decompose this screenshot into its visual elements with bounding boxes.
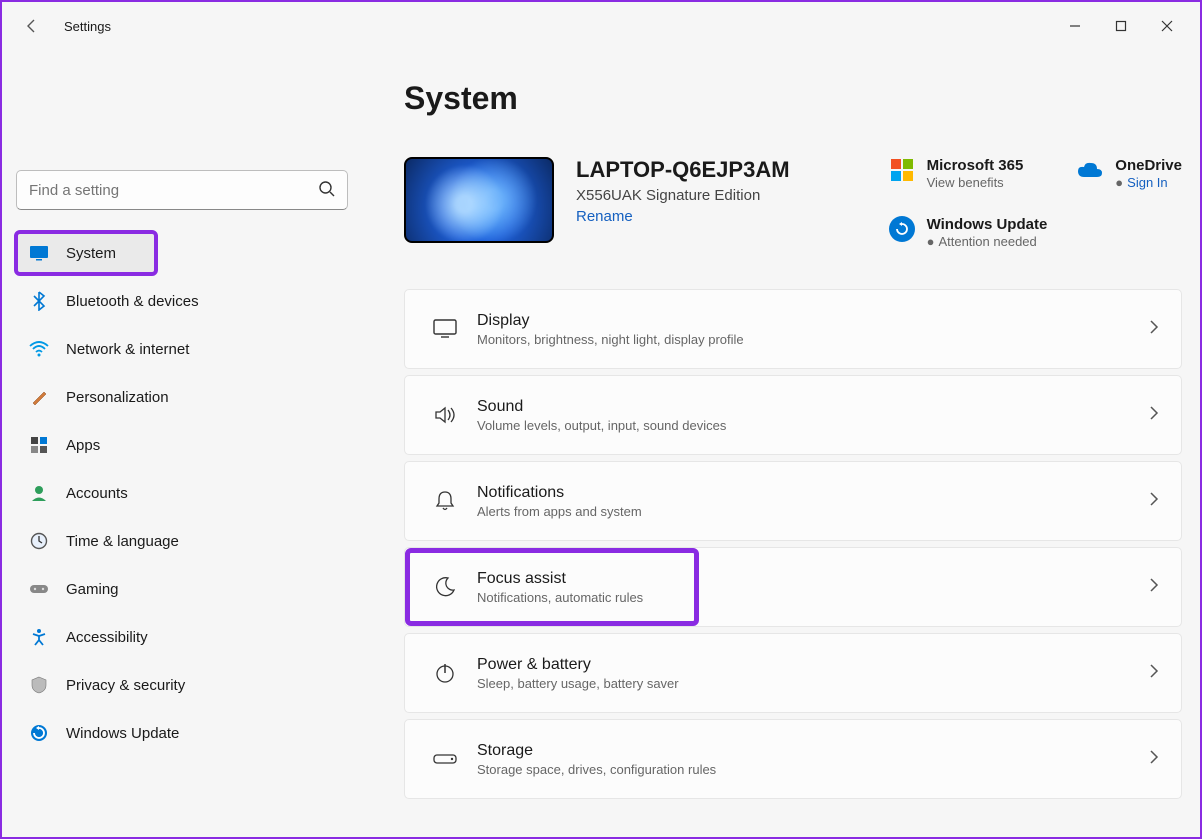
- minimize-button[interactable]: [1052, 10, 1098, 42]
- nav-label: Time & language: [66, 533, 179, 550]
- setting-sub: Notifications, automatic rules: [477, 590, 643, 605]
- chevron-right-icon: [1149, 406, 1159, 425]
- nav-item-accessibility[interactable]: Accessibility: [16, 616, 348, 658]
- device-wallpaper-thumb[interactable]: [404, 157, 554, 243]
- microsoft-logo-icon: [889, 157, 915, 183]
- device-name: LAPTOP-Q6EJP3AM: [576, 157, 790, 183]
- search-input[interactable]: [16, 170, 348, 210]
- device-model: X556UAK Signature Edition: [576, 187, 790, 204]
- nav-label: Network & internet: [66, 341, 189, 358]
- nav-item-privacy[interactable]: Privacy & security: [16, 664, 348, 706]
- ms365-item[interactable]: Microsoft 365 View benefits: [889, 157, 1048, 190]
- ms365-sub: View benefits: [927, 175, 1004, 190]
- setting-sub: Storage space, drives, configuration rul…: [477, 762, 716, 777]
- moon-icon: [427, 576, 463, 598]
- page-title: System: [404, 80, 1182, 117]
- nav-item-windows-update[interactable]: Windows Update: [16, 712, 348, 754]
- wifi-icon: [28, 341, 50, 357]
- onedrive-signin-link[interactable]: Sign In: [1127, 175, 1167, 190]
- onedrive-item[interactable]: OneDrive ●Sign In: [1077, 157, 1182, 249]
- sound-icon: [427, 405, 463, 425]
- chevron-right-icon: [1149, 492, 1159, 511]
- setting-sound[interactable]: Sound Volume levels, output, input, soun…: [404, 375, 1182, 455]
- clock-icon: [28, 532, 50, 550]
- nav-label: System: [66, 245, 116, 262]
- sidebar: System Bluetooth & devices Network & int…: [2, 50, 362, 837]
- setting-sub: Volume levels, output, input, sound devi…: [477, 418, 726, 433]
- setting-storage[interactable]: Storage Storage space, drives, configura…: [404, 719, 1182, 799]
- setting-title: Notifications: [477, 484, 642, 502]
- setting-title: Sound: [477, 398, 726, 416]
- person-icon: [28, 484, 50, 502]
- nav-item-personalization[interactable]: Personalization: [16, 376, 348, 418]
- main-content: System LAPTOP-Q6EJP3AM X556UAK Signature…: [362, 50, 1200, 837]
- nav-label: Apps: [66, 437, 100, 454]
- app-title: Settings: [64, 19, 111, 34]
- setting-title: Storage: [477, 742, 716, 760]
- update-icon: [28, 724, 50, 742]
- maximize-button[interactable]: [1098, 10, 1144, 42]
- chevron-right-icon: [1149, 750, 1159, 769]
- nav-label: Personalization: [66, 389, 169, 406]
- monitor-icon: [28, 245, 50, 261]
- chevron-right-icon: [1149, 578, 1159, 597]
- onedrive-title: OneDrive: [1115, 157, 1182, 174]
- accessibility-icon: [28, 628, 50, 646]
- nav-label: Windows Update: [66, 725, 179, 742]
- sync-icon: [889, 216, 915, 242]
- nav-label: Privacy & security: [66, 677, 185, 694]
- paintbrush-icon: [28, 388, 50, 406]
- shield-icon: [28, 676, 50, 694]
- display-icon: [427, 319, 463, 339]
- nav-label: Accessibility: [66, 629, 148, 646]
- nav-item-bluetooth[interactable]: Bluetooth & devices: [16, 280, 348, 322]
- setting-sub: Alerts from apps and system: [477, 504, 642, 519]
- setting-title: Focus assist: [477, 570, 643, 588]
- power-icon: [427, 662, 463, 684]
- rename-link[interactable]: Rename: [576, 208, 790, 225]
- nav-item-gaming[interactable]: Gaming: [16, 568, 348, 610]
- setting-notifications[interactable]: Notifications Alerts from apps and syste…: [404, 461, 1182, 541]
- wu-sub: Attention needed: [938, 234, 1036, 249]
- setting-sub: Monitors, brightness, night light, displ…: [477, 332, 744, 347]
- titlebar: Settings: [2, 2, 1200, 50]
- apps-icon: [28, 436, 50, 454]
- nav-item-apps[interactable]: Apps: [16, 424, 348, 466]
- setting-title: Power & battery: [477, 656, 679, 674]
- wu-title: Windows Update: [927, 216, 1048, 233]
- device-row: LAPTOP-Q6EJP3AM X556UAK Signature Editio…: [404, 157, 1182, 249]
- nav-item-time[interactable]: Time & language: [16, 520, 348, 562]
- bell-icon: [427, 490, 463, 512]
- setting-title: Display: [477, 312, 744, 330]
- nav-item-system[interactable]: System: [16, 232, 156, 274]
- chevron-right-icon: [1149, 664, 1159, 683]
- setting-display[interactable]: Display Monitors, brightness, night ligh…: [404, 289, 1182, 369]
- nav-label: Bluetooth & devices: [66, 293, 199, 310]
- ms365-title: Microsoft 365: [927, 157, 1024, 174]
- back-button[interactable]: [12, 6, 52, 46]
- nav-label: Gaming: [66, 581, 119, 598]
- windows-update-item[interactable]: Windows Update ●Attention needed: [889, 216, 1048, 249]
- bluetooth-icon: [28, 291, 50, 311]
- nav-label: Accounts: [66, 485, 128, 502]
- storage-icon: [427, 752, 463, 766]
- close-button[interactable]: [1144, 10, 1190, 42]
- cloud-icon: [1077, 157, 1103, 183]
- search-icon: [318, 180, 336, 203]
- chevron-right-icon: [1149, 320, 1159, 339]
- nav-item-accounts[interactable]: Accounts: [16, 472, 348, 514]
- nav-item-network[interactable]: Network & internet: [16, 328, 348, 370]
- setting-sub: Sleep, battery usage, battery saver: [477, 676, 679, 691]
- setting-focus-assist[interactable]: Focus assist Notifications, automatic ru…: [404, 547, 1182, 627]
- setting-power[interactable]: Power & battery Sleep, battery usage, ba…: [404, 633, 1182, 713]
- gamepad-icon: [28, 582, 50, 596]
